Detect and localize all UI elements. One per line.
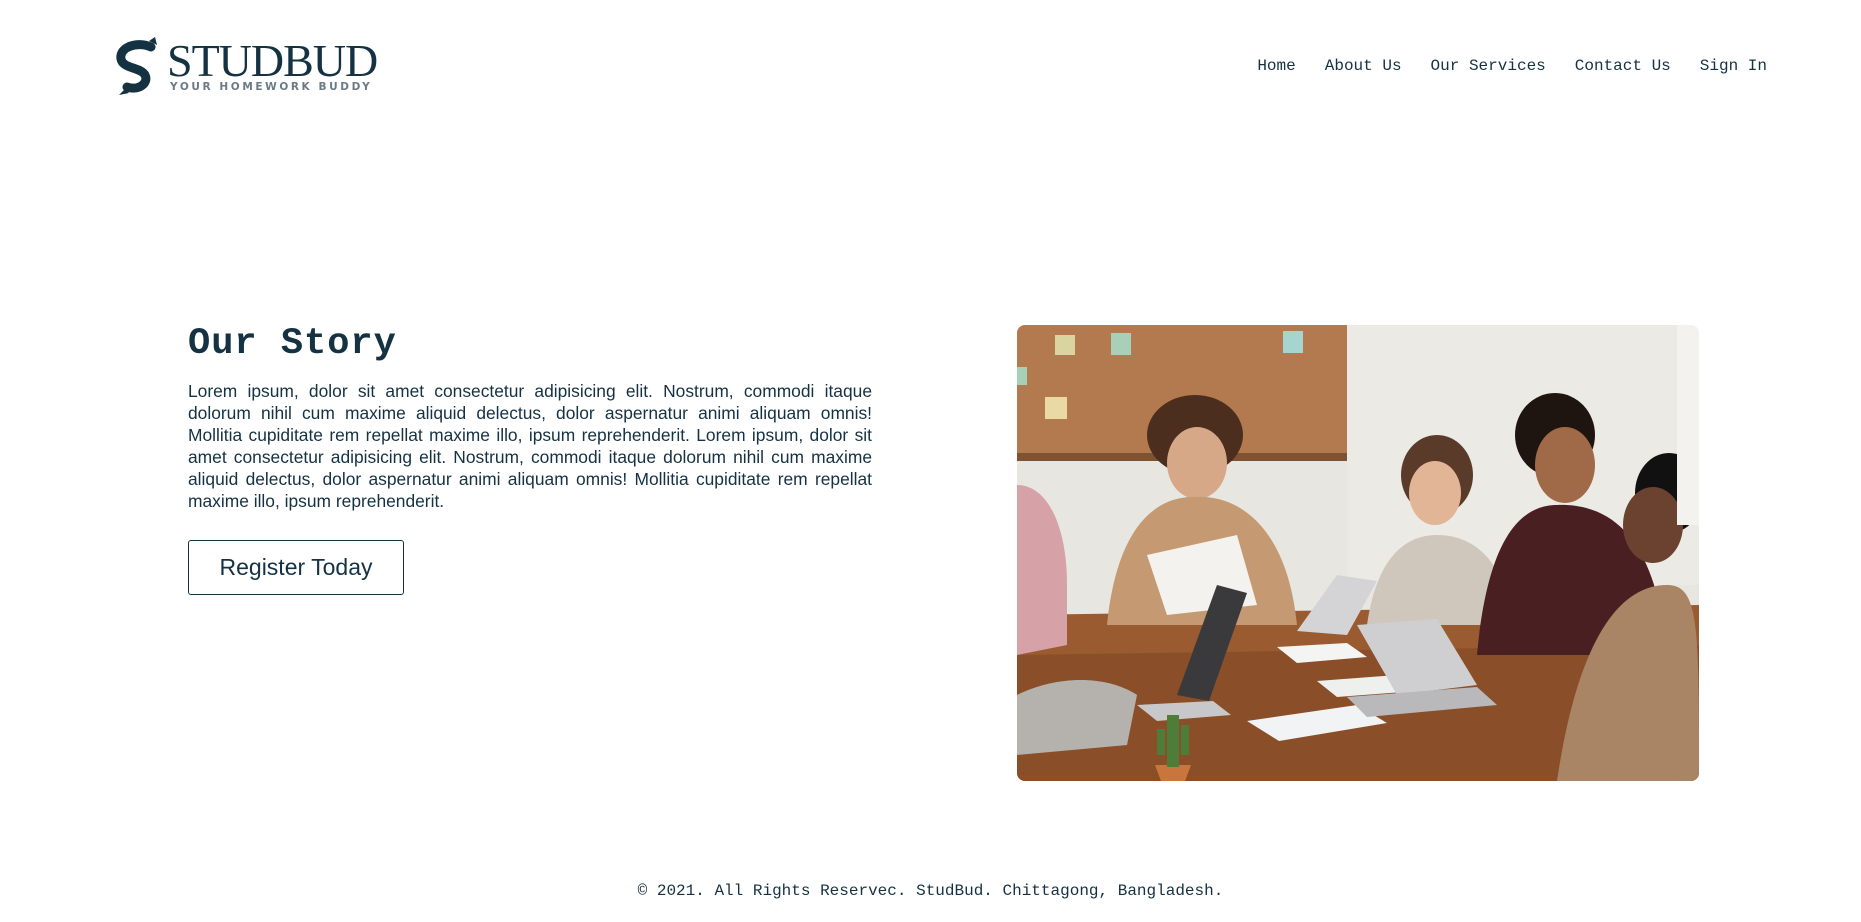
register-today-button[interactable]: Register Today — [188, 540, 404, 595]
story-body: Lorem ipsum, dolor sit amet consectetur … — [188, 381, 872, 511]
logo-tagline: YOUR HOMEWORK BUDDY — [170, 81, 373, 93]
story-title: Our Story — [188, 323, 397, 365]
story-text-block: Our Story Lorem ipsum, dolor sit amet co… — [188, 322, 872, 512]
logo-wordmark: STUDBUD — [167, 35, 378, 86]
nav-home[interactable]: Home — [1257, 55, 1295, 77]
site-header: STUDBUD YOUR HOMEWORK BUDDY Home About U… — [0, 0, 1861, 140]
main-nav: Home About Us Our Services Contact Us Si… — [1257, 55, 1767, 77]
page: STUDBUD YOUR HOMEWORK BUDDY Home About U… — [0, 0, 1861, 922]
nav-contact-us[interactable]: Contact Us — [1575, 55, 1671, 77]
team-meeting-illustration — [1017, 325, 1699, 781]
pencil-s-logo-icon — [116, 37, 157, 95]
nav-sign-in[interactable]: Sign In — [1700, 55, 1767, 77]
site-footer: © 2021. All Rights Reservec. StudBud. Ch… — [0, 882, 1861, 900]
team-meeting-photo — [1017, 325, 1699, 781]
logo[interactable]: STUDBUD YOUR HOMEWORK BUDDY — [111, 35, 378, 97]
nav-our-services[interactable]: Our Services — [1431, 55, 1546, 77]
copyright-text: © 2021. All Rights Reservec. StudBud. Ch… — [637, 882, 1224, 900]
nav-about-us[interactable]: About Us — [1325, 55, 1402, 77]
